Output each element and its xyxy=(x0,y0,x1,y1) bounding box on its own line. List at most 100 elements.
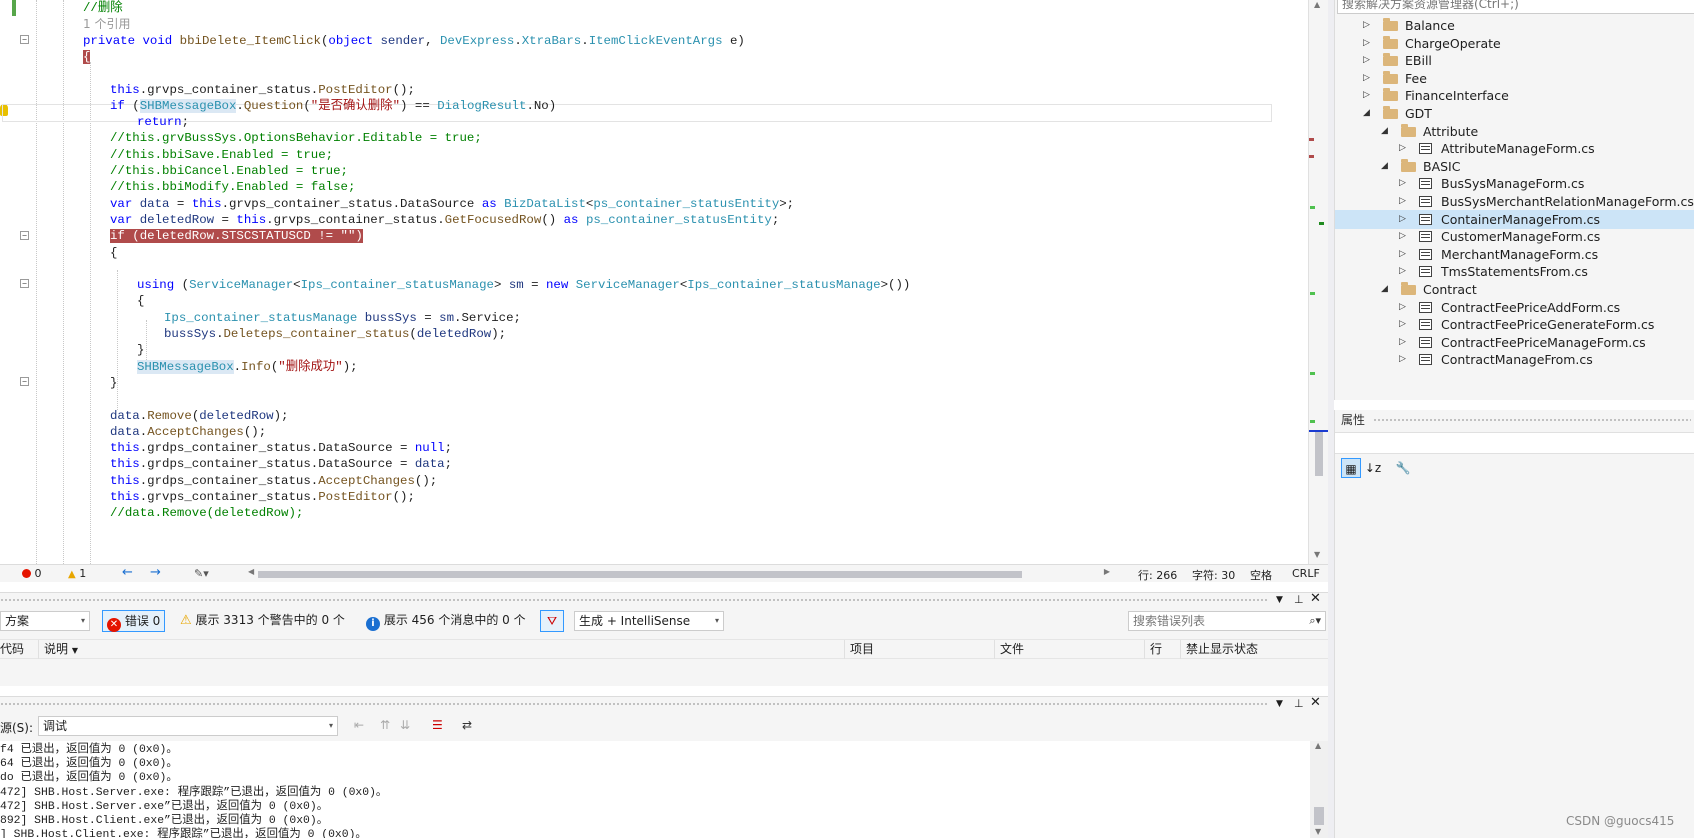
messages-filter-button[interactable]: i 展示 456 个消息中的 0 个 xyxy=(362,610,530,632)
tree-item[interactable]: ▷ ContractFeePriceManageForm.cs xyxy=(1335,333,1694,352)
code-line[interactable]: if (SHBMessageBox.Question("是否确认删除") == … xyxy=(110,98,556,115)
code-line[interactable]: this.grdps_container_status.DataSource =… xyxy=(110,440,452,457)
tree-item[interactable]: ▷ FinanceInterface xyxy=(1335,86,1694,105)
wrench-icon[interactable]: 🔧 xyxy=(1393,458,1413,478)
editor-horizontal-scrollbar[interactable]: ◀ ▶ xyxy=(248,567,1110,579)
scroll-right-icon[interactable]: ▶ xyxy=(1104,567,1110,576)
collapsed-caret-icon[interactable]: ▷ xyxy=(1399,139,1406,158)
tree-item[interactable]: ▷ ChargeOperate xyxy=(1335,34,1694,53)
code-line[interactable]: bussSys.Deleteps_container_status(delete… xyxy=(164,326,506,343)
collapsed-caret-icon[interactable]: ▷ xyxy=(1399,298,1406,317)
tree-item[interactable]: ▷ AttributeManageForm.cs xyxy=(1335,139,1694,158)
output-text[interactable]: f4 已退出，返回值为 0 (0x0)。 64 已退出，返回值为 0 (0x0)。… xyxy=(0,741,1310,838)
tree-item[interactable]: ▷ TmsStatementsFrom.cs xyxy=(1335,262,1694,281)
alphabetical-sort-icon[interactable]: ↓z xyxy=(1363,458,1383,478)
col-project[interactable]: 项目 xyxy=(844,640,994,659)
nav-back-icon[interactable]: ← xyxy=(122,565,133,580)
tree-item[interactable]: ◢ Contract xyxy=(1335,280,1694,299)
tree-item[interactable]: ▷ ContainerManageFrom.cs xyxy=(1335,209,1694,229)
code-line[interactable]: data.Remove(deletedRow); xyxy=(110,408,288,425)
col-line[interactable]: 行 xyxy=(1144,640,1180,659)
col-code[interactable]: 代码 xyxy=(0,640,38,659)
close-icon[interactable]: ✕ xyxy=(1310,695,1321,710)
tree-item[interactable]: ◢ BASIC xyxy=(1335,157,1694,176)
collapsed-caret-icon[interactable]: ▷ xyxy=(1399,227,1406,246)
eol-indicator[interactable]: CRLF xyxy=(1292,567,1320,580)
code-line[interactable]: var deletedRow = this.grvps_container_st… xyxy=(110,212,779,229)
solution-search-input[interactable]: 搜索解决方案资源管理器(Ctrl+;) xyxy=(1337,0,1694,14)
dropdown-arrow-icon[interactable]: ▼ xyxy=(1276,699,1283,709)
tree-item[interactable]: ▷ ContractFeePriceGenerateForm.cs xyxy=(1335,315,1694,334)
collapsed-caret-icon[interactable]: ▷ xyxy=(1363,86,1370,105)
scroll-down-icon[interactable]: ▼ xyxy=(1314,550,1320,559)
error-search-input[interactable]: 搜索错误列表 ⌕▾ xyxy=(1128,611,1326,631)
collapsed-caret-icon[interactable]: ▷ xyxy=(1363,34,1370,53)
code-line[interactable]: this.grvps_container_status.PostEditor()… xyxy=(110,489,415,506)
scroll-up-icon[interactable]: ▲ xyxy=(1314,0,1320,9)
code-line[interactable]: //删除 xyxy=(83,0,123,17)
tree-item[interactable]: ▷ EBill xyxy=(1335,51,1694,70)
tree-item[interactable]: ▷ CustomerManageForm.cs xyxy=(1335,227,1694,246)
next-message-icon[interactable]: ⇊ xyxy=(400,718,410,732)
collapsed-caret-icon[interactable]: ▷ xyxy=(1399,315,1406,334)
tree-item[interactable]: ▷ ContractFeePriceAddForm.cs xyxy=(1335,298,1694,317)
code-line[interactable]: var data = this.grvps_container_status.D… xyxy=(110,196,794,213)
warnings-filter-button[interactable]: ⚠ 展示 3313 个警告中的 0 个 xyxy=(176,610,349,632)
expanded-caret-icon[interactable]: ◢ xyxy=(1381,280,1388,299)
tree-item[interactable]: ▷ Balance xyxy=(1335,16,1694,35)
code-line[interactable]: //data.Remove(deletedRow); xyxy=(110,505,303,522)
collapsed-caret-icon[interactable]: ▷ xyxy=(1399,262,1406,281)
tree-item[interactable]: ▷ Fee xyxy=(1335,69,1694,88)
code-line[interactable]: } xyxy=(137,342,144,359)
prev-message-icon[interactable]: ⇈ xyxy=(380,718,390,732)
pin-icon[interactable]: ⊥ xyxy=(1294,697,1304,710)
code-line[interactable]: //this.bbiSave.Enabled = true; xyxy=(110,147,333,164)
word-wrap-icon[interactable]: ⇄ xyxy=(462,718,472,732)
tree-item[interactable]: ◢ Attribute xyxy=(1335,122,1694,141)
editor-vertical-scrollbar[interactable]: ▲ ▼ xyxy=(1308,0,1329,564)
code-line[interactable]: using (ServiceManager<Ips_container_stat… xyxy=(137,277,910,294)
dropdown-arrow-icon[interactable]: ▼ xyxy=(1276,595,1283,605)
scroll-down-icon[interactable]: ▼ xyxy=(1315,827,1321,836)
code-line[interactable]: } xyxy=(110,375,117,392)
scroll-thumb[interactable] xyxy=(1314,807,1324,825)
fold-toggle[interactable]: − xyxy=(20,35,29,44)
fold-toggle[interactable]: − xyxy=(20,231,29,240)
tree-item[interactable]: ▷ BusSysManageForm.cs xyxy=(1335,174,1694,193)
code-line[interactable]: { xyxy=(137,293,144,310)
panel-grip[interactable] xyxy=(1373,418,1691,422)
code-line[interactable]: if (deletedRow.STSCSTATUSCD != "") xyxy=(110,228,363,245)
panel-grip[interactable] xyxy=(0,598,1268,602)
expanded-caret-icon[interactable]: ◢ xyxy=(1363,104,1370,123)
pin-icon[interactable]: ⊥ xyxy=(1294,593,1304,606)
code-line[interactable]: Ips_container_statusManage bussSys = sm.… xyxy=(164,310,521,327)
code-line[interactable]: { xyxy=(110,245,117,262)
brush-icon[interactable]: ✎▾ xyxy=(194,567,209,580)
collapsed-caret-icon[interactable]: ▷ xyxy=(1399,350,1406,369)
warning-count[interactable]: ▲ 1 xyxy=(68,567,86,580)
code-line[interactable]: //this.bbiCancel.Enabled = true; xyxy=(110,163,348,180)
properties-object-selector[interactable] xyxy=(1335,432,1694,454)
code-line[interactable]: private void bbiDelete_ItemClick(object … xyxy=(83,33,745,50)
collapsed-caret-icon[interactable]: ▷ xyxy=(1399,192,1406,211)
char-indicator[interactable]: 字符: 30 xyxy=(1192,567,1235,583)
categorized-icon[interactable]: ▦ xyxy=(1341,458,1361,478)
tree-item[interactable]: ◢ GDT xyxy=(1335,104,1694,123)
nav-forward-icon[interactable]: → xyxy=(150,565,161,580)
filter-toggle-icon[interactable]: ⛛ xyxy=(540,610,564,632)
code-line[interactable]: //this.grvBussSys.OptionsBehavior.Editab… xyxy=(110,130,482,147)
build-filter-dropdown[interactable]: 生成 + IntelliSense ▾ xyxy=(574,611,724,631)
expanded-caret-icon[interactable]: ◢ xyxy=(1381,122,1388,141)
tree-item[interactable]: ▷ BusSysMerchantRelationManageForm.cs xyxy=(1335,192,1694,211)
collapsed-caret-icon[interactable]: ▷ xyxy=(1399,333,1406,352)
code-editor[interactable]: − − − − //删除 1 个引用 private void bbiDelete_… xyxy=(0,0,1308,564)
fold-toggle[interactable]: − xyxy=(20,377,29,386)
collapsed-caret-icon[interactable]: ▷ xyxy=(1363,69,1370,88)
close-icon[interactable]: ✕ xyxy=(1310,591,1321,606)
output-source-dropdown[interactable]: 调试 ▾ xyxy=(38,716,338,736)
collapsed-caret-icon[interactable]: ▷ xyxy=(1399,210,1406,229)
code-line[interactable]: { xyxy=(83,49,91,66)
clear-all-icon[interactable]: ☰ xyxy=(432,718,443,732)
output-vertical-scrollbar[interactable]: ▲ ▼ xyxy=(1310,741,1328,838)
tree-item[interactable]: ▷ ContractManageFrom.cs xyxy=(1335,350,1694,369)
